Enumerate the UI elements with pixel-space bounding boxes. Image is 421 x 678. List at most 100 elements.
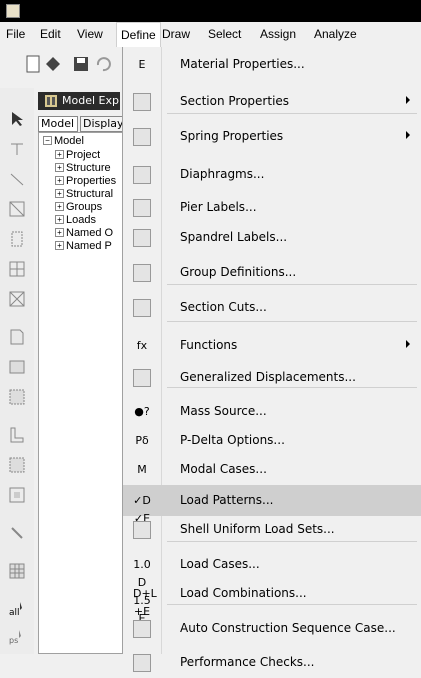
menu-draw[interactable]: Draw [162,27,190,41]
tree-node-named-plots[interactable]: + Named P [55,240,112,252]
tree-node-named-output[interactable]: + Named O [55,227,113,239]
model-tree: − Model + Project + Structure + Properties +… [38,132,123,654]
beam-tool-icon[interactable] [8,260,26,278]
menu-select[interactable]: Select [208,27,241,41]
menu-separator [167,321,417,322]
menu-item-pier-labels[interactable]: Pier Labels... [123,192,421,223]
pointer-icon[interactable] [8,110,26,128]
menu-separator [167,113,417,114]
define-menu-dropdown: E Material Properties... Section Propertie… [122,47,421,672]
menu-item-p-delta[interactable]: Pδ P-Delta Options... [123,425,421,456]
menu-item-label: Material Properties... [180,57,305,71]
menu-bar: File Edit View Define Draw Select Assign… [0,22,421,47]
expand-icon[interactable]: + [55,202,64,211]
expand-icon[interactable]: + [55,228,64,237]
previous-selection-icon[interactable]: ps [8,628,26,646]
menu-item-label: Functions [180,338,238,352]
menu-item-spring-properties[interactable]: Spring Properties [123,121,421,152]
menu-item-material-properties[interactable]: E Material Properties... [123,49,421,80]
menu-item-label: Spring Properties [180,129,284,143]
load-combinations-icon: D+L +E [133,587,157,618]
undo-icon[interactable] [94,55,112,73]
material-properties-icon: E [138,58,146,71]
menu-item-spandrel-labels[interactable]: Spandrel Labels... [123,222,421,253]
menu-item-label: P-Delta Options... [180,433,285,447]
menu-item-load-cases[interactable]: 1.0 D 1.5 E Load Cases... [123,549,421,625]
p-delta-icon: Pδ [135,434,149,447]
menu-analyze[interactable]: Analyze [314,27,357,41]
menu-assign[interactable]: Assign [260,27,296,41]
svg-text:ps: ps [9,636,18,645]
open-file-icon[interactable] [44,55,62,73]
menu-item-label: Group Definitions... [180,265,297,279]
expand-icon[interactable]: + [55,163,64,172]
submenu-arrow-icon [406,96,410,104]
menu-view[interactable]: View [77,27,103,41]
menu-item-section-cuts[interactable]: Section Cuts... [123,292,421,323]
menu-separator [167,387,417,388]
expand-icon[interactable]: + [55,189,64,198]
save-icon[interactable] [72,55,90,73]
menu-item-label: Generalized Displacements... [180,370,356,384]
svg-text:all: all [9,608,20,618]
opening-tool-icon[interactable] [8,388,26,406]
menu-item-auto-construction-sequence[interactable]: Auto Construction Sequence Case... [123,613,421,644]
slab-tool-icon[interactable] [8,486,26,504]
performance-checks-icon [133,654,151,672]
floor-tool-icon[interactable] [8,358,26,376]
diaphragms-icon [133,166,151,184]
collapse-icon[interactable]: − [43,136,52,145]
menu-edit[interactable]: Edit [40,27,61,41]
app-icon [6,4,20,18]
expand-icon[interactable]: + [55,176,64,185]
line-tool-icon[interactable] [8,170,26,188]
new-file-icon[interactable] [24,55,42,73]
menu-item-label: Section Properties [180,94,290,108]
select-all-icon[interactable]: all [8,600,26,618]
wall-stack-icon[interactable] [8,426,26,444]
tree-node-project[interactable]: + Project [55,149,100,161]
joint-tool-icon[interactable] [8,140,26,158]
menu-item-label: Performance Checks... [180,655,315,669]
grid-wall-icon[interactable] [8,456,26,474]
menu-item-label: Load Patterns... [180,493,274,507]
column-tool-icon[interactable] [8,230,26,248]
menu-item-label: Section Cuts... [180,300,267,314]
menu-item-label: Pier Labels... [180,200,257,214]
generalized-displacements-icon [133,369,151,387]
wall-tool-icon[interactable] [8,328,26,346]
spandrel-labels-icon [133,229,151,247]
tree-node-model[interactable]: − Model [43,135,84,147]
menu-separator [167,604,417,605]
menu-item-performance-checks[interactable]: Performance Checks... [123,647,421,678]
tab-model[interactable]: Model [38,116,78,132]
menu-item-diaphragms[interactable]: Diaphragms... [123,159,421,190]
modal-cases-icon: M [137,463,147,476]
menu-item-modal-cases[interactable]: M Modal Cases... [123,454,421,485]
tree-node-loads[interactable]: + Loads [55,214,96,226]
menu-item-mass-source[interactable]: ●? Mass Source... [123,396,421,427]
expand-icon[interactable]: + [55,215,64,224]
cross-tool-icon[interactable] [8,290,26,308]
model-explorer-title-bar[interactable]: Model Exp [38,92,120,110]
tree-node-structural[interactable]: + Structural [55,188,113,200]
load-patterns-icon: ✓D ✓E [133,494,151,525]
menu-item-generalized-displacements[interactable]: Generalized Displacements... [123,362,421,393]
expand-icon[interactable]: + [55,150,64,159]
tab-display[interactable]: Display [80,116,124,132]
expand-icon[interactable]: + [55,241,64,250]
menu-item-label: Spandrel Labels... [180,230,288,244]
grid-tool-icon[interactable] [8,562,26,580]
spring-properties-icon [133,128,151,146]
pier-labels-icon [133,199,151,217]
menu-item-load-patterns[interactable]: ✓D ✓E Load Patterns... [123,485,421,525]
brace-tool-icon[interactable] [8,200,26,218]
submenu-arrow-icon [406,131,410,139]
menu-define[interactable]: Define [116,22,161,47]
tree-node-properties[interactable]: + Properties [55,175,116,187]
tree-node-groups[interactable]: + Groups [55,201,102,213]
link-tool-icon[interactable] [8,524,26,542]
menu-item-functions[interactable]: fx Functions [123,330,421,361]
menu-file[interactable]: File [6,27,25,41]
tree-node-structure[interactable]: + Structure [55,162,111,174]
